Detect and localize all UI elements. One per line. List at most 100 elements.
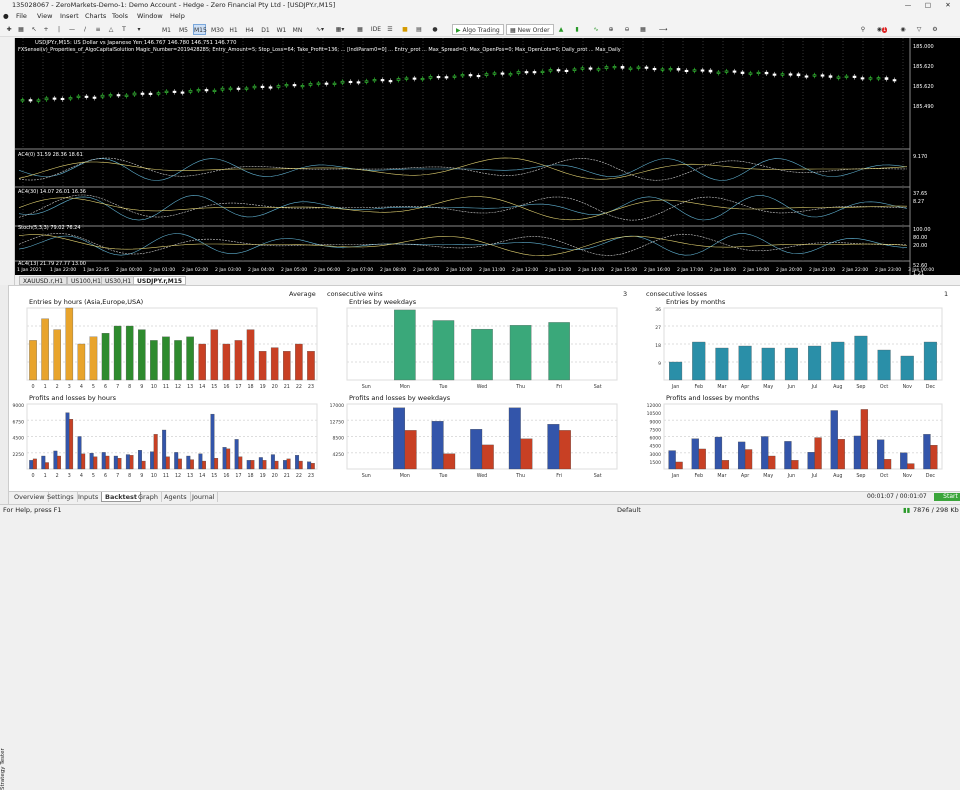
candle: [108, 94, 113, 97]
data-window-icon[interactable]: ☰: [385, 24, 395, 35]
x-tick: Nov: [903, 473, 913, 479]
y-tick: 3000: [650, 452, 662, 458]
buy-icon[interactable]: ▲: [556, 24, 566, 35]
menu-window[interactable]: Window: [137, 11, 163, 22]
channel-icon[interactable]: ≡: [94, 24, 102, 35]
menu-help[interactable]: Help: [170, 11, 185, 22]
grid-icon[interactable]: ▦: [638, 24, 648, 35]
tf-h1[interactable]: H1: [227, 24, 240, 35]
menu-view[interactable]: View: [37, 11, 52, 22]
objects-icon[interactable]: ▾: [133, 24, 145, 35]
account-icon[interactable]: ●: [430, 24, 440, 35]
chart-tab-us30[interactable]: US30,H1: [101, 276, 136, 285]
time-label: 1 Jan 22:45: [83, 267, 109, 273]
chart-canvas[interactable]: AC4(0) 31.59 28.36 18.61 9.170 AC4(30) 14.…: [15, 38, 960, 275]
report-charts: Entries by hours (Asia,Europe,USA)0 1 2 3 4 5…: [13, 298, 943, 479]
market-icon[interactable]: ▽: [914, 24, 924, 35]
text-icon[interactable]: T: [120, 24, 128, 35]
loss-bar: [32, 458, 37, 470]
tab-inputs[interactable]: Inputs: [75, 492, 103, 502]
algo-trading-button[interactable]: ▶ Algo Trading: [452, 24, 504, 35]
loss-bar: [721, 460, 730, 470]
price-chart[interactable]: AC4(0) 31.59 28.36 18.61 9.170 AC4(30) 14.…: [15, 38, 960, 275]
pane-tick: 37.65: [913, 191, 927, 197]
profit-bar: [246, 460, 251, 470]
bar: [101, 333, 110, 381]
trendline-icon[interactable]: ∕: [81, 24, 89, 35]
chart-tab-us100[interactable]: US100,H1: [67, 276, 105, 285]
new-chart-icon[interactable]: ✚: [4, 24, 14, 35]
tf-m5[interactable]: M5: [177, 24, 190, 35]
settings-icon[interactable]: ⚙: [930, 24, 940, 35]
tab-graph[interactable]: Graph: [135, 492, 162, 502]
candle: [572, 68, 577, 71]
chart-tab-usdjpy[interactable]: USDJPY.r,M15: [133, 276, 187, 285]
bars-icon[interactable]: ▮: [572, 24, 582, 35]
menu-charts[interactable]: Charts: [85, 11, 106, 22]
tf-w1[interactable]: W1: [275, 24, 288, 35]
line-chart-icon[interactable]: ∿: [590, 24, 602, 35]
autoscroll-icon[interactable]: ⟶: [658, 24, 668, 35]
tf-m30[interactable]: M30: [210, 24, 224, 35]
folder-icon[interactable]: ■: [400, 24, 410, 35]
new-order-button[interactable]: ▦ New Order: [506, 24, 554, 35]
chart-header: USDJPY.r,M15: US Dollar vs Japanese Yen …: [35, 40, 237, 46]
notifications-icon[interactable]: ◉1: [875, 24, 889, 35]
loss-bar: [520, 438, 533, 470]
menu-tools[interactable]: Tools: [112, 11, 128, 22]
close-icon[interactable]: ✕: [938, 0, 958, 11]
x-tick: 0: [32, 384, 35, 390]
time-label: 3 Jan 00:00: [908, 267, 934, 273]
x-tick: Mon: [400, 473, 410, 479]
zoom-out-icon[interactable]: ⊖: [622, 24, 632, 35]
profit-bar: [77, 436, 82, 470]
tf-h4[interactable]: H4: [243, 24, 256, 35]
minimize-icon[interactable]: —: [898, 0, 918, 11]
candle: [812, 74, 817, 77]
candle: [708, 69, 713, 73]
bar: [432, 320, 455, 381]
tab-journal[interactable]: Journal: [189, 492, 219, 502]
tf-m15[interactable]: M15: [193, 24, 207, 35]
tester-icon[interactable]: ▤: [414, 24, 424, 35]
tf-m1[interactable]: M1: [160, 24, 173, 35]
candle: [892, 79, 897, 82]
profit-bar: [53, 450, 58, 470]
x-tick: 17: [235, 473, 241, 479]
candle: [548, 69, 553, 72]
vertical-line-icon[interactable]: |: [55, 24, 63, 35]
menu-file[interactable]: File: [16, 11, 27, 22]
loss-bar: [69, 419, 74, 470]
profit-bar: [258, 457, 263, 470]
chart-tab-xauusd[interactable]: XAUUSD.r,H1: [19, 276, 68, 285]
tf-mn[interactable]: MN: [291, 24, 304, 35]
chart-properties-icon[interactable]: ▦: [355, 24, 365, 35]
templates-icon[interactable]: ▦▾: [332, 24, 348, 35]
x-tick: Jan: [671, 473, 679, 479]
tf-d1[interactable]: D1: [259, 24, 272, 35]
tab-settings[interactable]: Settings: [44, 492, 78, 502]
signals-icon[interactable]: ◉: [898, 24, 908, 35]
candle: [292, 84, 297, 87]
search-icon[interactable]: ⚲: [858, 24, 868, 35]
bar: [307, 351, 315, 381]
candle: [748, 72, 753, 75]
candle: [756, 71, 761, 75]
menu-insert[interactable]: Insert: [60, 11, 79, 22]
horizontal-line-icon[interactable]: —: [68, 24, 76, 35]
tab-agents[interactable]: Agents: [161, 492, 191, 502]
shapes-icon[interactable]: △: [107, 24, 115, 35]
zoom-in-icon[interactable]: ⊕: [606, 24, 616, 35]
crosshair-icon[interactable]: +: [42, 24, 50, 35]
tab-overview[interactable]: Overview: [11, 492, 49, 502]
cursor-icon[interactable]: ↖: [30, 24, 38, 35]
start-button[interactable]: Start: [934, 493, 960, 501]
indicators-icon[interactable]: ∿▾: [312, 24, 328, 35]
profiles-icon[interactable]: ▦: [16, 24, 26, 35]
time-label: 2 Jan 19:00: [743, 267, 769, 273]
x-tick: 5: [92, 384, 95, 390]
candle: [164, 90, 169, 94]
maximize-icon[interactable]: □: [918, 0, 938, 11]
ide-button[interactable]: IDE: [370, 24, 382, 35]
status-bar: For Help, press F1 Default ▮▮ 7876 / 298…: [0, 504, 960, 515]
